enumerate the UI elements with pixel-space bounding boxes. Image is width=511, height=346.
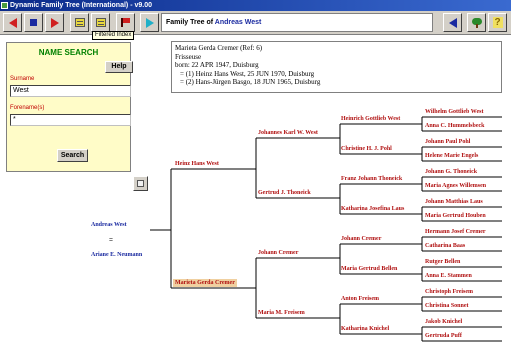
grandparent-node[interactable]: Johannes Karl W. West: [258, 129, 318, 137]
ancestor-node[interactable]: Hermann Josef Cremer: [425, 228, 486, 236]
ancestor-node[interactable]: Wilhelm Gottlieb West: [425, 108, 483, 116]
ancestor-node[interactable]: Johann Paul Pohl: [425, 138, 470, 146]
ancestor-node[interactable]: Maria Gertrud Houben: [425, 212, 486, 220]
ancestor-node[interactable]: Johann Matthias Laus: [425, 198, 483, 206]
great-grandparent-node[interactable]: Anton Freisem: [341, 295, 379, 303]
root-person[interactable]: Andreas West: [91, 221, 127, 229]
ancestor-node[interactable]: Maria Agnes Willemsen: [425, 182, 486, 190]
father-node[interactable]: Heinz Hans West: [175, 160, 219, 168]
great-grandparent-node[interactable]: Heinrich Gottlieb West: [341, 115, 400, 123]
marriage-sign: =: [109, 236, 113, 244]
spouse-person[interactable]: Ariane E. Neumann: [91, 251, 142, 259]
ancestor-node[interactable]: Anna E. Stammen: [425, 272, 472, 280]
ancestor-node[interactable]: Helene Marie Engels: [425, 152, 478, 160]
ancestor-node[interactable]: Johann G. Thoneick: [425, 168, 477, 176]
grandparent-node[interactable]: Johann Cremer: [258, 249, 298, 257]
grandparent-node[interactable]: Gertrud J. Thoneick: [258, 189, 311, 197]
ancestor-node[interactable]: Christoph Freisem: [425, 288, 473, 296]
ancestor-node[interactable]: Christina Sonnet: [425, 302, 469, 310]
ancestor-node[interactable]: Jakob Knichel: [425, 318, 462, 326]
ancestor-node[interactable]: Gertruda Puff: [425, 332, 462, 340]
great-grandparent-node[interactable]: Christine H. J. Pohl: [341, 145, 392, 153]
great-grandparent-node[interactable]: Katharina Josefina Laus: [341, 205, 404, 213]
grandparent-node[interactable]: Maria M. Freisem: [258, 309, 305, 317]
ancestor-node[interactable]: Anna C. Hummelsbeck: [425, 122, 485, 130]
ancestor-node[interactable]: Rutger Bellen: [425, 258, 460, 266]
great-grandparent-node[interactable]: Katharina Knichel: [341, 325, 389, 333]
great-grandparent-node[interactable]: Franz Johann Thoneick: [341, 175, 402, 183]
mother-node[interactable]: Marieta Gerda Cremer: [173, 279, 237, 287]
great-grandparent-node[interactable]: Maria Gertrud Bellen: [341, 265, 397, 273]
ancestor-node[interactable]: Catharina Baas: [425, 242, 465, 250]
great-grandparent-node[interactable]: Johann Cremer: [341, 235, 381, 243]
